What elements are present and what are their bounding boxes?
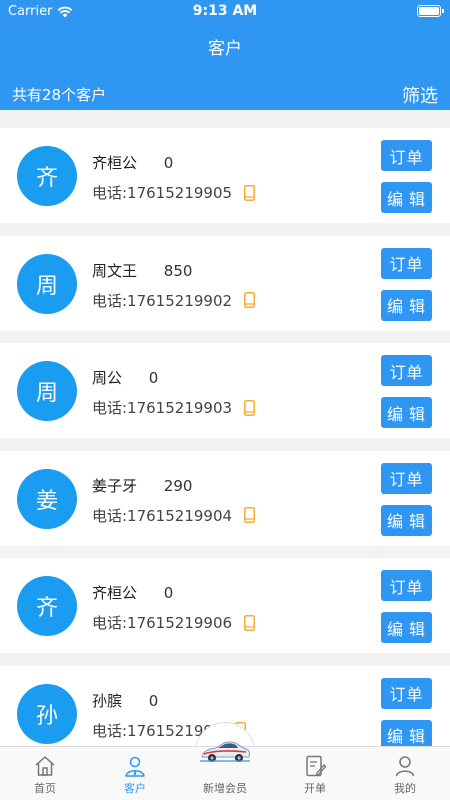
tab-label: 首页 xyxy=(34,782,56,795)
customer-phone: 电话:17615219905 xyxy=(92,184,233,202)
customer-phone: 电话:17615219903 xyxy=(92,399,233,417)
phone-line: 电话:17615219906 xyxy=(92,612,255,633)
phone-line: 电话:17615219905 xyxy=(92,182,255,203)
customer-name: 齐桓公 xyxy=(92,584,138,602)
mobile-phone-icon[interactable] xyxy=(244,399,255,416)
order-button[interactable]: 订单 xyxy=(381,462,432,494)
customer-icon xyxy=(125,756,145,777)
avatar: 孙 xyxy=(17,683,77,744)
customer-points: 0 xyxy=(163,584,174,602)
profile-icon xyxy=(395,756,415,777)
customer-name: 齐桓公 xyxy=(92,154,138,172)
tab-label: 新增会员 xyxy=(203,782,247,795)
avatar: 姜 xyxy=(17,468,77,529)
order-form-icon xyxy=(306,755,327,777)
avatar: 齐 xyxy=(17,576,77,636)
mobile-phone-icon[interactable] xyxy=(244,614,255,631)
customer-name: 孙膑 xyxy=(92,691,123,710)
nav-bar: 客户 xyxy=(0,24,450,70)
status-bar: Carrier 9:13 AM xyxy=(0,0,450,24)
mobile-phone-icon[interactable] xyxy=(244,507,255,523)
status-time: 9:13 AM xyxy=(192,3,258,19)
customer-phone: 电话:17615219902 xyxy=(92,291,233,310)
customer-points: 0 xyxy=(148,369,159,387)
name-line: 孙膑 0 xyxy=(92,690,158,711)
name-line: 齐桓公 0 xyxy=(92,582,173,603)
customer-card[interactable]: 周 周公 0 电话:17615219903 订单 编辑 xyxy=(0,343,450,438)
order-button[interactable]: 订单 xyxy=(381,355,432,386)
tab-customer[interactable]: 客户 xyxy=(90,747,180,800)
order-button[interactable]: 订单 xyxy=(381,140,432,171)
customer-phone: 电话:17615219904 xyxy=(92,506,233,525)
customer-phone: 电话:17615219906 xyxy=(92,614,233,632)
home-icon xyxy=(35,756,55,776)
customer-points: 850 xyxy=(163,261,193,280)
customer-card[interactable]: 齐 齐桓公 0 电话:17615219906 订单 编辑 xyxy=(0,558,450,653)
edit-button[interactable]: 编辑 xyxy=(381,182,432,213)
customer-card[interactable]: 周 周文王 850 电话:17615219902 订单 编辑 xyxy=(0,235,450,331)
page-title: 客户 xyxy=(208,39,242,59)
customer-points: 0 xyxy=(163,154,174,172)
customer-card[interactable]: 姜 姜子牙 290 电话:17615219904 订单 编辑 xyxy=(0,450,450,546)
order-button[interactable]: 订单 xyxy=(381,570,432,601)
name-line: 姜子牙 290 xyxy=(92,475,192,496)
customer-points: 290 xyxy=(163,476,193,495)
avatar: 齐 xyxy=(17,146,77,206)
tab-label: 开单 xyxy=(304,782,326,795)
filter-button[interactable]: 筛选 xyxy=(402,82,438,108)
customer-count: 共有28个客户 xyxy=(12,86,107,104)
customer-name: 周文王 xyxy=(92,261,138,280)
order-button[interactable]: 订单 xyxy=(381,677,432,709)
edit-button[interactable]: 编辑 xyxy=(381,397,432,428)
phone-line: 电话:17615219902 xyxy=(92,290,255,311)
customer-name: 姜子牙 xyxy=(92,476,138,495)
edit-button[interactable]: 编辑 xyxy=(381,612,432,643)
edit-button[interactable]: 编辑 xyxy=(381,504,432,536)
tab-order-form[interactable]: 开单 xyxy=(270,747,360,800)
customer-points: 0 xyxy=(148,691,159,710)
customer-card[interactable]: 齐 齐桓公 0 电话:17615219905 订单 编辑 xyxy=(0,128,450,223)
tab-home[interactable]: 首页 xyxy=(0,747,90,800)
customer-name: 周公 xyxy=(92,369,123,387)
name-line: 齐桓公 0 xyxy=(92,152,173,173)
tab-label: 我的 xyxy=(394,782,416,795)
phone-line: 电话:17615219903 xyxy=(92,397,255,418)
customer-list[interactable]: 齐 齐桓公 0 电话:17615219905 订单 编辑 周 周文王 850 电… xyxy=(0,128,450,773)
name-line: 周公 0 xyxy=(92,367,158,388)
car-icon[interactable] xyxy=(198,737,252,765)
tab-label: 客户 xyxy=(124,782,146,795)
order-button[interactable]: 订单 xyxy=(381,247,432,279)
edit-button[interactable]: 编辑 xyxy=(381,289,432,321)
avatar: 周 xyxy=(17,361,77,421)
phone-line: 电话:17615219904 xyxy=(92,505,255,526)
mobile-phone-icon[interactable] xyxy=(244,184,255,201)
avatar: 周 xyxy=(17,253,77,314)
name-line: 周文王 850 xyxy=(92,260,192,281)
mobile-phone-icon[interactable] xyxy=(244,292,255,308)
tab-profile[interactable]: 我的 xyxy=(360,747,450,800)
battery-icon xyxy=(417,5,444,17)
summary-bar: 共有28个客户 筛选 xyxy=(0,70,450,110)
